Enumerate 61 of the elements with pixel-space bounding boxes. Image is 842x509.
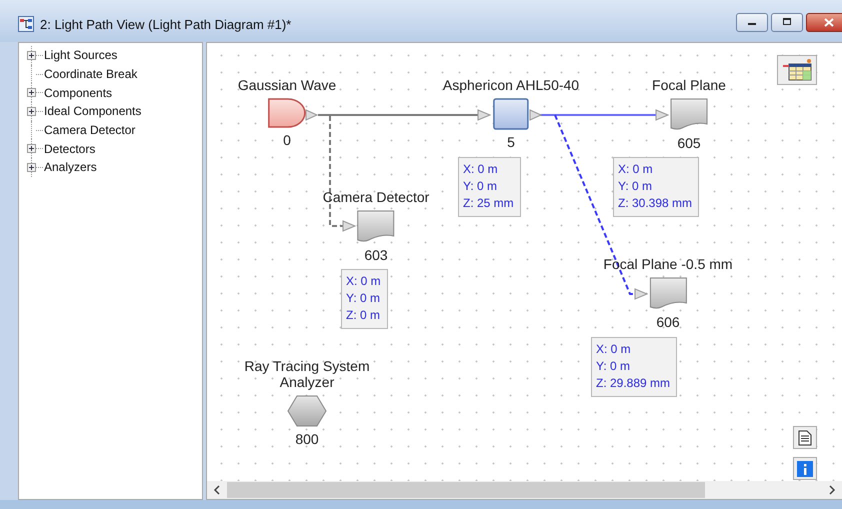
- detector-shape-icon[interactable]: [357, 210, 395, 243]
- node-number: 605: [677, 135, 701, 151]
- node-number: 606: [656, 314, 680, 330]
- node-label: Camera Detector: [322, 189, 430, 205]
- expand-icon[interactable]: [27, 50, 36, 60]
- scroll-right-icon[interactable]: [828, 485, 836, 495]
- node-number: 5: [507, 134, 515, 150]
- position-text: Y: 0 m: [618, 178, 654, 195]
- maximize-icon: [782, 18, 792, 26]
- minimize-button[interactable]: [736, 12, 768, 32]
- detector-shape-icon[interactable]: [649, 277, 687, 310]
- close-button[interactable]: [806, 12, 842, 32]
- lens-shape-icon[interactable]: [493, 98, 529, 130]
- window-title: 2: Light Path View (Light Path Diagram #1)*: [40, 16, 292, 32]
- position-text: X: 0 m: [618, 161, 654, 178]
- node-number: 603: [364, 247, 388, 263]
- position-text: Z: 0 m: [346, 307, 381, 324]
- source-shape-icon[interactable]: [268, 98, 306, 128]
- node-number: 0: [283, 132, 291, 148]
- node-label: Ray Tracing System Analyzer: [243, 358, 371, 390]
- position-text: Y: 0 m: [463, 178, 498, 195]
- node-label: Gaussian Wave: [238, 77, 336, 93]
- info-icon: [797, 460, 813, 476]
- position-text: X: 0 m: [596, 341, 632, 358]
- expand-icon[interactable]: [27, 144, 36, 154]
- expand-icon[interactable]: [27, 162, 36, 172]
- port-icon: [530, 109, 542, 121]
- horizontal-scrollbar[interactable]: [207, 481, 842, 499]
- hexagon-icon[interactable]: [287, 395, 327, 427]
- scroll-thumb[interactable]: [227, 482, 705, 498]
- close-icon: [824, 18, 834, 26]
- document-button[interactable]: [793, 426, 817, 449]
- table-view-button[interactable]: [777, 55, 817, 85]
- tree-item[interactable]: Light Sources: [43, 48, 118, 62]
- position-text: Z: 30.398 mm: [618, 195, 692, 212]
- node-label: Focal Plane -0.5 mm: [603, 256, 733, 272]
- tree-item[interactable]: Detectors: [43, 142, 96, 156]
- node-number: 800: [295, 431, 319, 447]
- position-text: Y: 0 m: [596, 358, 632, 375]
- position-text: X: 0 m: [463, 161, 499, 178]
- detector-shape-icon[interactable]: [670, 98, 708, 131]
- node-label: Focal Plane: [652, 77, 726, 93]
- tree-item[interactable]: Coordinate Break: [43, 67, 138, 82]
- position-text: Z: 29.889 mm: [596, 375, 670, 392]
- position-text: X: 0 m: [346, 273, 381, 290]
- position-text: Y: 0 m: [346, 290, 381, 307]
- expand-icon[interactable]: [27, 106, 36, 116]
- table-icon: [781, 58, 813, 82]
- info-button[interactable]: [793, 457, 817, 480]
- tree-item[interactable]: Analyzers: [43, 160, 97, 174]
- scroll-left-icon[interactable]: [213, 485, 221, 495]
- document-icon: [798, 430, 812, 446]
- tree-item[interactable]: Camera Detector: [43, 123, 136, 138]
- port-icon: [306, 109, 318, 121]
- position-text: Z: 25 mm: [463, 195, 514, 212]
- expand-icon[interactable]: [27, 88, 36, 98]
- maximize-button[interactable]: [771, 12, 803, 32]
- tree-item[interactable]: Ideal Components: [43, 104, 142, 118]
- tree-item[interactable]: Components: [43, 86, 112, 100]
- diagram-icon: [18, 16, 34, 32]
- node-label: Asphericon AHL50-40: [442, 77, 580, 93]
